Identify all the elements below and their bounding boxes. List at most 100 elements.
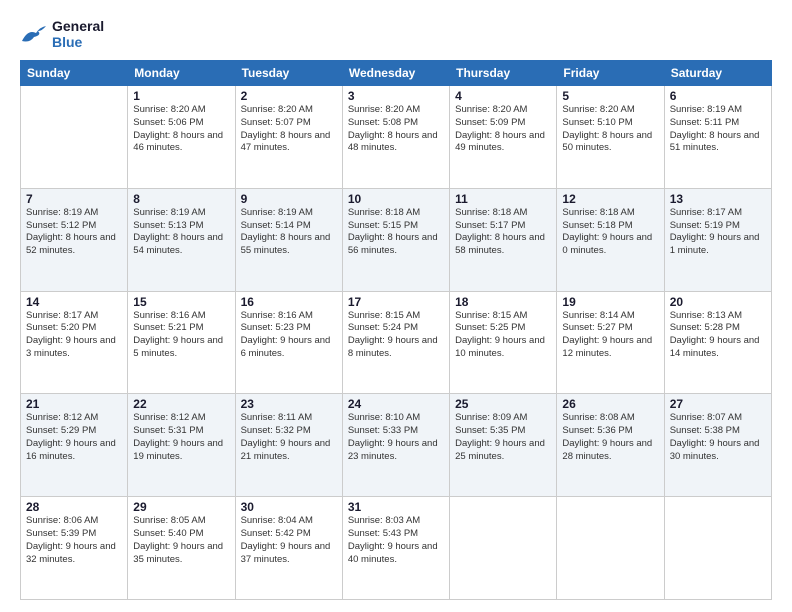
calendar-cell: 10Sunrise: 8:18 AMSunset: 5:15 PMDayligh…	[342, 188, 449, 291]
day-info: Sunrise: 8:13 AMSunset: 5:28 PMDaylight:…	[670, 310, 766, 361]
logo-text: General Blue	[52, 18, 104, 50]
day-info: Sunrise: 8:20 AMSunset: 5:10 PMDaylight:…	[562, 104, 658, 155]
day-number: 14	[26, 295, 122, 309]
day-number: 11	[455, 192, 551, 206]
day-info: Sunrise: 8:06 AMSunset: 5:39 PMDaylight:…	[26, 515, 122, 566]
calendar-cell	[21, 86, 128, 189]
day-info: Sunrise: 8:20 AMSunset: 5:08 PMDaylight:…	[348, 104, 444, 155]
day-info: Sunrise: 8:07 AMSunset: 5:38 PMDaylight:…	[670, 412, 766, 463]
day-number: 8	[133, 192, 229, 206]
calendar-cell: 27Sunrise: 8:07 AMSunset: 5:38 PMDayligh…	[664, 394, 771, 497]
day-number: 15	[133, 295, 229, 309]
day-info: Sunrise: 8:03 AMSunset: 5:43 PMDaylight:…	[348, 515, 444, 566]
calendar-cell: 13Sunrise: 8:17 AMSunset: 5:19 PMDayligh…	[664, 188, 771, 291]
day-info: Sunrise: 8:16 AMSunset: 5:21 PMDaylight:…	[133, 310, 229, 361]
day-info: Sunrise: 8:18 AMSunset: 5:15 PMDaylight:…	[348, 207, 444, 258]
calendar-cell: 24Sunrise: 8:10 AMSunset: 5:33 PMDayligh…	[342, 394, 449, 497]
day-number: 30	[241, 500, 337, 514]
day-info: Sunrise: 8:12 AMSunset: 5:31 PMDaylight:…	[133, 412, 229, 463]
day-number: 31	[348, 500, 444, 514]
calendar-cell: 29Sunrise: 8:05 AMSunset: 5:40 PMDayligh…	[128, 497, 235, 600]
weekday-header-friday: Friday	[557, 61, 664, 86]
day-number: 12	[562, 192, 658, 206]
day-info: Sunrise: 8:15 AMSunset: 5:25 PMDaylight:…	[455, 310, 551, 361]
calendar-cell: 14Sunrise: 8:17 AMSunset: 5:20 PMDayligh…	[21, 291, 128, 394]
calendar-cell: 3Sunrise: 8:20 AMSunset: 5:08 PMDaylight…	[342, 86, 449, 189]
day-info: Sunrise: 8:15 AMSunset: 5:24 PMDaylight:…	[348, 310, 444, 361]
calendar-cell: 8Sunrise: 8:19 AMSunset: 5:13 PMDaylight…	[128, 188, 235, 291]
page-header: General Blue	[20, 18, 772, 50]
day-number: 19	[562, 295, 658, 309]
day-info: Sunrise: 8:19 AMSunset: 5:12 PMDaylight:…	[26, 207, 122, 258]
week-row-4: 21Sunrise: 8:12 AMSunset: 5:29 PMDayligh…	[21, 394, 772, 497]
day-info: Sunrise: 8:20 AMSunset: 5:09 PMDaylight:…	[455, 104, 551, 155]
day-info: Sunrise: 8:20 AMSunset: 5:07 PMDaylight:…	[241, 104, 337, 155]
day-info: Sunrise: 8:19 AMSunset: 5:11 PMDaylight:…	[670, 104, 766, 155]
day-number: 2	[241, 89, 337, 103]
day-info: Sunrise: 8:10 AMSunset: 5:33 PMDaylight:…	[348, 412, 444, 463]
calendar-cell: 26Sunrise: 8:08 AMSunset: 5:36 PMDayligh…	[557, 394, 664, 497]
day-info: Sunrise: 8:18 AMSunset: 5:18 PMDaylight:…	[562, 207, 658, 258]
calendar-cell: 9Sunrise: 8:19 AMSunset: 5:14 PMDaylight…	[235, 188, 342, 291]
day-info: Sunrise: 8:17 AMSunset: 5:19 PMDaylight:…	[670, 207, 766, 258]
day-info: Sunrise: 8:20 AMSunset: 5:06 PMDaylight:…	[133, 104, 229, 155]
day-number: 29	[133, 500, 229, 514]
calendar-cell: 12Sunrise: 8:18 AMSunset: 5:18 PMDayligh…	[557, 188, 664, 291]
day-number: 26	[562, 397, 658, 411]
weekday-header-saturday: Saturday	[664, 61, 771, 86]
week-row-2: 7Sunrise: 8:19 AMSunset: 5:12 PMDaylight…	[21, 188, 772, 291]
calendar-page: General Blue SundayMondayTuesdayWednesda…	[0, 0, 792, 612]
day-number: 17	[348, 295, 444, 309]
calendar-cell: 30Sunrise: 8:04 AMSunset: 5:42 PMDayligh…	[235, 497, 342, 600]
calendar-cell: 6Sunrise: 8:19 AMSunset: 5:11 PMDaylight…	[664, 86, 771, 189]
day-info: Sunrise: 8:16 AMSunset: 5:23 PMDaylight:…	[241, 310, 337, 361]
day-info: Sunrise: 8:08 AMSunset: 5:36 PMDaylight:…	[562, 412, 658, 463]
day-number: 18	[455, 295, 551, 309]
day-info: Sunrise: 8:18 AMSunset: 5:17 PMDaylight:…	[455, 207, 551, 258]
day-number: 7	[26, 192, 122, 206]
calendar-cell: 15Sunrise: 8:16 AMSunset: 5:21 PMDayligh…	[128, 291, 235, 394]
day-number: 16	[241, 295, 337, 309]
calendar-cell: 17Sunrise: 8:15 AMSunset: 5:24 PMDayligh…	[342, 291, 449, 394]
day-number: 9	[241, 192, 337, 206]
calendar-cell: 5Sunrise: 8:20 AMSunset: 5:10 PMDaylight…	[557, 86, 664, 189]
weekday-header-monday: Monday	[128, 61, 235, 86]
calendar-cell: 11Sunrise: 8:18 AMSunset: 5:17 PMDayligh…	[450, 188, 557, 291]
day-number: 21	[26, 397, 122, 411]
day-number: 22	[133, 397, 229, 411]
calendar-cell: 23Sunrise: 8:11 AMSunset: 5:32 PMDayligh…	[235, 394, 342, 497]
day-number: 27	[670, 397, 766, 411]
weekday-header-wednesday: Wednesday	[342, 61, 449, 86]
week-row-1: 1Sunrise: 8:20 AMSunset: 5:06 PMDaylight…	[21, 86, 772, 189]
day-number: 1	[133, 89, 229, 103]
day-number: 3	[348, 89, 444, 103]
calendar-cell	[664, 497, 771, 600]
weekday-header-tuesday: Tuesday	[235, 61, 342, 86]
week-row-5: 28Sunrise: 8:06 AMSunset: 5:39 PMDayligh…	[21, 497, 772, 600]
logo: General Blue	[20, 18, 104, 50]
calendar-cell: 16Sunrise: 8:16 AMSunset: 5:23 PMDayligh…	[235, 291, 342, 394]
day-info: Sunrise: 8:11 AMSunset: 5:32 PMDaylight:…	[241, 412, 337, 463]
day-number: 5	[562, 89, 658, 103]
day-info: Sunrise: 8:05 AMSunset: 5:40 PMDaylight:…	[133, 515, 229, 566]
day-number: 10	[348, 192, 444, 206]
day-number: 13	[670, 192, 766, 206]
calendar-table: SundayMondayTuesdayWednesdayThursdayFrid…	[20, 60, 772, 600]
calendar-cell: 2Sunrise: 8:20 AMSunset: 5:07 PMDaylight…	[235, 86, 342, 189]
calendar-cell: 21Sunrise: 8:12 AMSunset: 5:29 PMDayligh…	[21, 394, 128, 497]
calendar-cell	[450, 497, 557, 600]
day-number: 25	[455, 397, 551, 411]
day-info: Sunrise: 8:19 AMSunset: 5:13 PMDaylight:…	[133, 207, 229, 258]
day-number: 6	[670, 89, 766, 103]
calendar-cell: 19Sunrise: 8:14 AMSunset: 5:27 PMDayligh…	[557, 291, 664, 394]
day-number: 28	[26, 500, 122, 514]
week-row-3: 14Sunrise: 8:17 AMSunset: 5:20 PMDayligh…	[21, 291, 772, 394]
day-info: Sunrise: 8:14 AMSunset: 5:27 PMDaylight:…	[562, 310, 658, 361]
day-info: Sunrise: 8:09 AMSunset: 5:35 PMDaylight:…	[455, 412, 551, 463]
day-info: Sunrise: 8:19 AMSunset: 5:14 PMDaylight:…	[241, 207, 337, 258]
weekday-header-thursday: Thursday	[450, 61, 557, 86]
calendar-cell: 18Sunrise: 8:15 AMSunset: 5:25 PMDayligh…	[450, 291, 557, 394]
day-number: 24	[348, 397, 444, 411]
day-info: Sunrise: 8:12 AMSunset: 5:29 PMDaylight:…	[26, 412, 122, 463]
day-info: Sunrise: 8:17 AMSunset: 5:20 PMDaylight:…	[26, 310, 122, 361]
